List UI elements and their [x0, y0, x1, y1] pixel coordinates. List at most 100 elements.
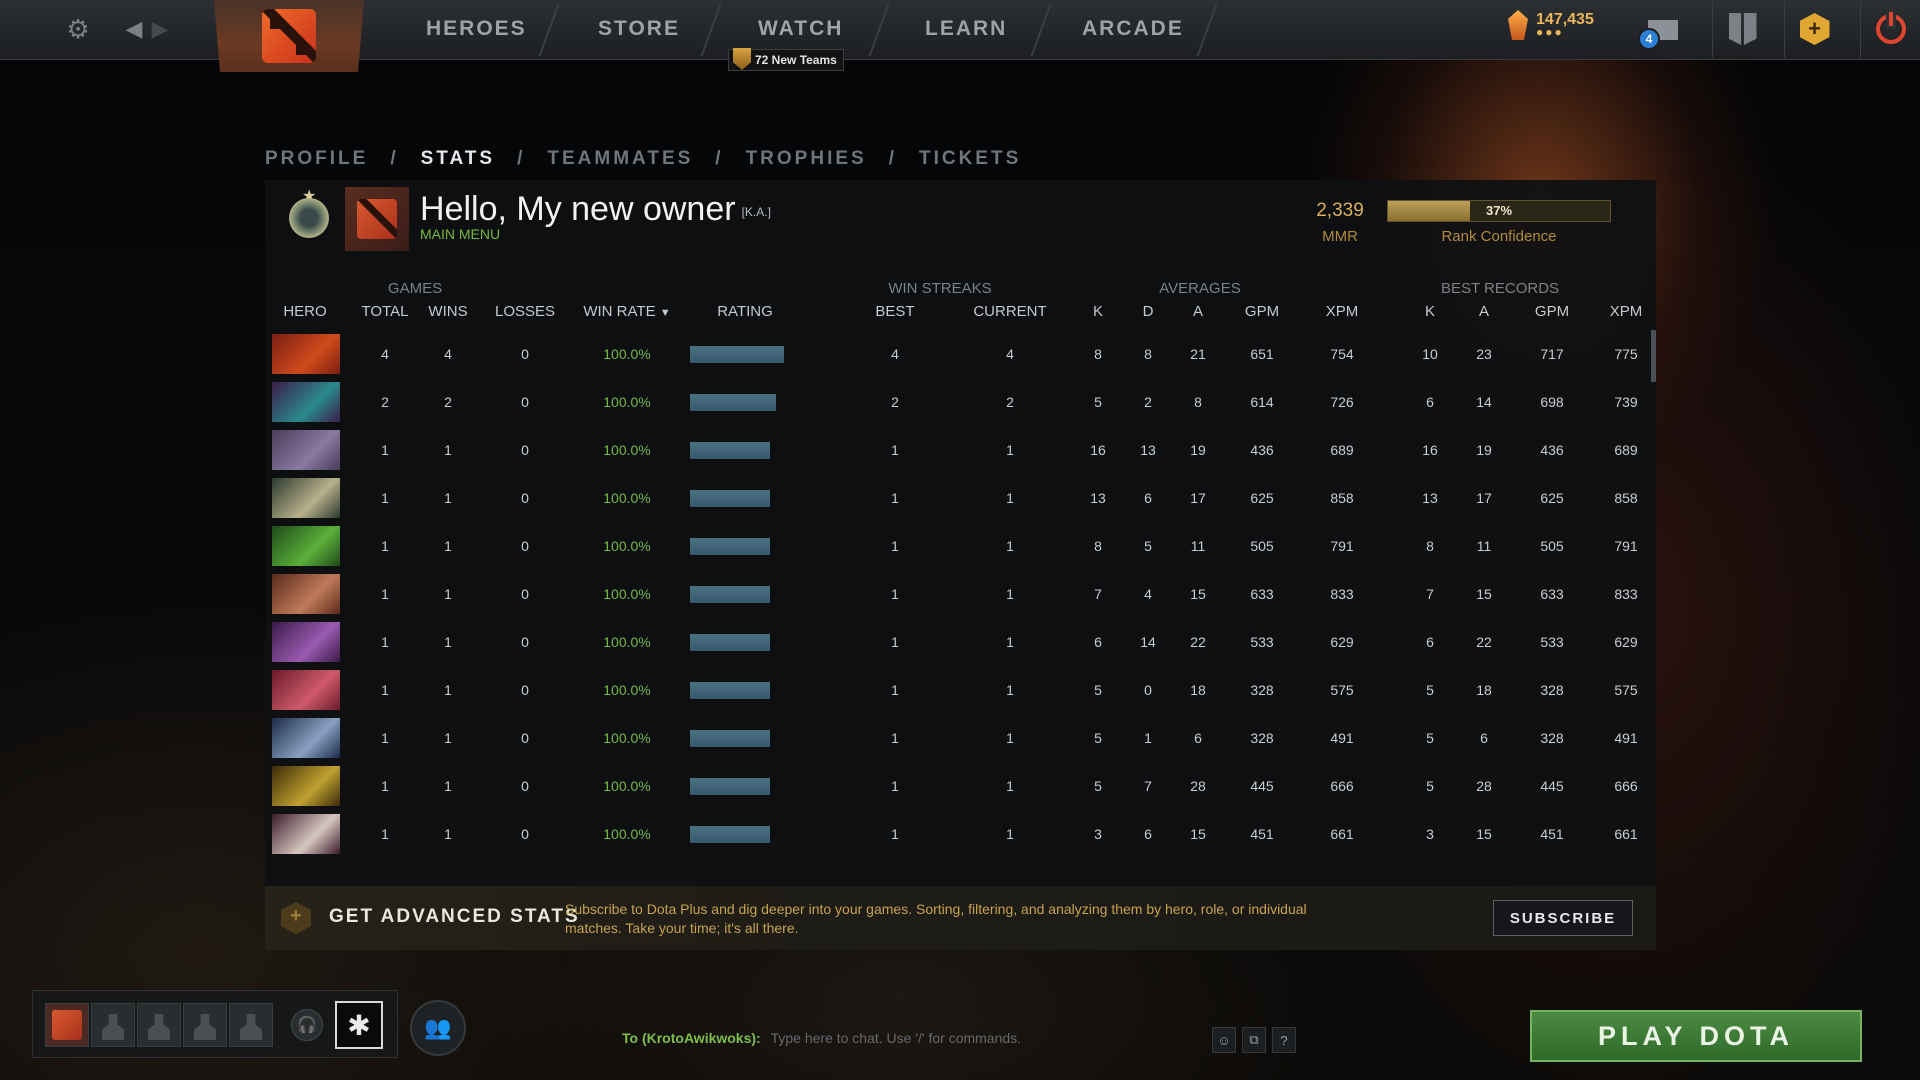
- col-rec-k[interactable]: K: [1415, 303, 1445, 320]
- col-total[interactable]: TOTAL: [355, 303, 415, 320]
- crumb-tickets[interactable]: TICKETS: [919, 148, 1021, 170]
- dota-home-logo[interactable]: [214, 0, 364, 72]
- cell-avg-a: 8: [1194, 394, 1202, 410]
- rank-confidence-label: Rank Confidence: [1441, 228, 1557, 245]
- col-streak-best[interactable]: BEST: [865, 303, 925, 320]
- cell-rec-a: 28: [1476, 778, 1492, 794]
- chat-placeholder: Type here to chat. Use '/' for commands.: [770, 1030, 1022, 1046]
- guild-emblem-icon[interactable]: ✱: [335, 1001, 383, 1049]
- nav-arcade[interactable]: ARCADE: [1082, 0, 1184, 58]
- table-row[interactable]: 1 1 0 100.0% 1 1 5 1 6 328 491 5 6 328 491: [265, 714, 1656, 762]
- hero-portrait[interactable]: [272, 430, 340, 470]
- cell-rec-k: 5: [1426, 778, 1434, 794]
- new-teams-badge[interactable]: 72 New Teams: [728, 48, 844, 71]
- table-row[interactable]: 1 1 0 100.0% 1 1 3 6 15 451 661 3 15 451 661: [265, 810, 1656, 858]
- table-scrollbar[interactable]: [1651, 330, 1656, 382]
- cell-avg-xpm: 791: [1330, 538, 1354, 554]
- col-avg-a[interactable]: A: [1183, 303, 1213, 320]
- col-hero[interactable]: HERO: [265, 303, 345, 320]
- crumb-stats[interactable]: STATS: [421, 148, 495, 170]
- hero-portrait[interactable]: [272, 766, 340, 806]
- cell-rec-gpm: 328: [1540, 682, 1564, 698]
- table-row[interactable]: 1 1 0 100.0% 1 1 5 0 18 328 575 5 18 328 575: [265, 666, 1656, 714]
- hero-portrait[interactable]: [272, 814, 340, 854]
- emoticon-icon[interactable]: ☺: [1212, 1027, 1236, 1053]
- col-win-rate[interactable]: WIN RATE ▼: [577, 303, 677, 320]
- hero-portrait[interactable]: [272, 478, 340, 518]
- cell-streak-best: 1: [891, 442, 899, 458]
- table-row[interactable]: 2 2 0 100.0% 2 2 5 2 8 614 726 6 14 698 739: [265, 378, 1656, 426]
- settings-gear-icon[interactable]: ⚙: [58, 0, 98, 58]
- friends-list-button[interactable]: 👥: [410, 1000, 466, 1056]
- cell-avg-gpm: 651: [1250, 346, 1274, 362]
- forward-arrow-icon[interactable]: ▶: [146, 0, 174, 58]
- armory-button[interactable]: [1712, 0, 1772, 58]
- party-slot-empty[interactable]: [229, 1003, 273, 1047]
- table-row[interactable]: 1 1 0 100.0% 1 1 13 6 17 625 858 13 17 625 858: [265, 474, 1656, 522]
- hero-portrait[interactable]: [272, 382, 340, 422]
- col-rec-xpm[interactable]: XPM: [1601, 303, 1651, 320]
- cell-avg-k: 8: [1094, 346, 1102, 362]
- cell-avg-d: 1: [1144, 730, 1152, 746]
- table-row[interactable]: 4 4 0 100.0% 4 4 8 8 21 651 754 10 23 717 775: [265, 330, 1656, 378]
- cell-avg-xpm: 833: [1330, 586, 1354, 602]
- cell-wins: 1: [444, 730, 452, 746]
- hero-portrait[interactable]: [272, 670, 340, 710]
- cell-avg-xpm: 666: [1330, 778, 1354, 794]
- hero-portrait[interactable]: [272, 718, 340, 758]
- cell-avg-gpm: 505: [1250, 538, 1274, 554]
- col-avg-k[interactable]: K: [1083, 303, 1113, 320]
- nav-heroes[interactable]: HEROES: [426, 0, 527, 58]
- cell-rec-k: 7: [1426, 586, 1434, 602]
- cell-rec-k: 5: [1426, 730, 1434, 746]
- rating-bar: [690, 826, 770, 843]
- play-dota-button[interactable]: PLAY DOTA: [1530, 1010, 1862, 1062]
- cell-avg-k: 5: [1094, 682, 1102, 698]
- party-slot-self[interactable]: [45, 1003, 89, 1047]
- subscribe-button[interactable]: SUBSCRIBE: [1493, 900, 1633, 936]
- cell-rec-gpm: 451: [1540, 826, 1564, 842]
- table-row[interactable]: 1 1 0 100.0% 1 1 5 7 28 445 666 5 28 445 666: [265, 762, 1656, 810]
- hero-portrait[interactable]: [272, 334, 340, 374]
- table-row[interactable]: 1 1 0 100.0% 1 1 16 13 19 436 689 16 19 436 689: [265, 426, 1656, 474]
- inbox-button[interactable]: 4: [1638, 14, 1678, 50]
- nav-store[interactable]: STORE: [598, 0, 680, 58]
- crumb-teammates[interactable]: TEAMMATES: [547, 148, 693, 170]
- voice-chat-headset-icon[interactable]: 🎧: [291, 1009, 323, 1041]
- party-slot-empty[interactable]: [91, 1003, 135, 1047]
- col-wins[interactable]: WINS: [423, 303, 473, 320]
- table-row[interactable]: 1 1 0 100.0% 1 1 8 5 11 505 791 8 11 505 791: [265, 522, 1656, 570]
- cell-rec-a: 11: [1476, 538, 1492, 554]
- cell-win-rate: 100.0%: [603, 826, 651, 842]
- party-slot-empty[interactable]: [137, 1003, 181, 1047]
- chat-wheel-icon[interactable]: ⧉: [1242, 1027, 1266, 1053]
- col-losses[interactable]: LOSSES: [487, 303, 563, 320]
- back-arrow-icon[interactable]: ◀: [120, 0, 148, 58]
- table-row[interactable]: 1 1 0 100.0% 1 1 7 4 15 633 833 7 15 633 833: [265, 570, 1656, 618]
- table-row[interactable]: 1 1 0 100.0% 1 1 6 14 22 533 629 6 22 533 629: [265, 618, 1656, 666]
- cell-wins: 1: [444, 538, 452, 554]
- nav-learn[interactable]: LEARN: [925, 0, 1007, 58]
- crumb-profile[interactable]: PROFILE: [265, 148, 368, 170]
- dota-plus-button[interactable]: +: [1784, 0, 1844, 58]
- power-button[interactable]: [1860, 0, 1920, 58]
- col-avg-xpm[interactable]: XPM: [1317, 303, 1367, 320]
- avatar[interactable]: [345, 187, 409, 251]
- party-slot-empty[interactable]: [183, 1003, 227, 1047]
- rank-ring: [289, 198, 329, 238]
- col-rec-a[interactable]: A: [1469, 303, 1499, 320]
- hero-portrait[interactable]: [272, 574, 340, 614]
- rank-medal-icon[interactable]: ★: [281, 186, 337, 248]
- help-icon[interactable]: ?: [1272, 1027, 1296, 1053]
- crumb-trophies[interactable]: TROPHIES: [746, 148, 867, 170]
- hero-portrait[interactable]: [272, 622, 340, 662]
- cell-wins: 4: [444, 346, 452, 362]
- col-streak-current[interactable]: CURRENT: [965, 303, 1055, 320]
- col-avg-d[interactable]: D: [1133, 303, 1163, 320]
- col-avg-gpm[interactable]: GPM: [1237, 303, 1287, 320]
- chat-input[interactable]: To (KrotoAwikwoks): Type here to chat. U…: [622, 1030, 1021, 1046]
- shards-balance[interactable]: 147,435 ●●●: [1508, 10, 1594, 40]
- col-rating[interactable]: RATING: [695, 303, 795, 320]
- hero-portrait[interactable]: [272, 526, 340, 566]
- col-rec-gpm[interactable]: GPM: [1527, 303, 1577, 320]
